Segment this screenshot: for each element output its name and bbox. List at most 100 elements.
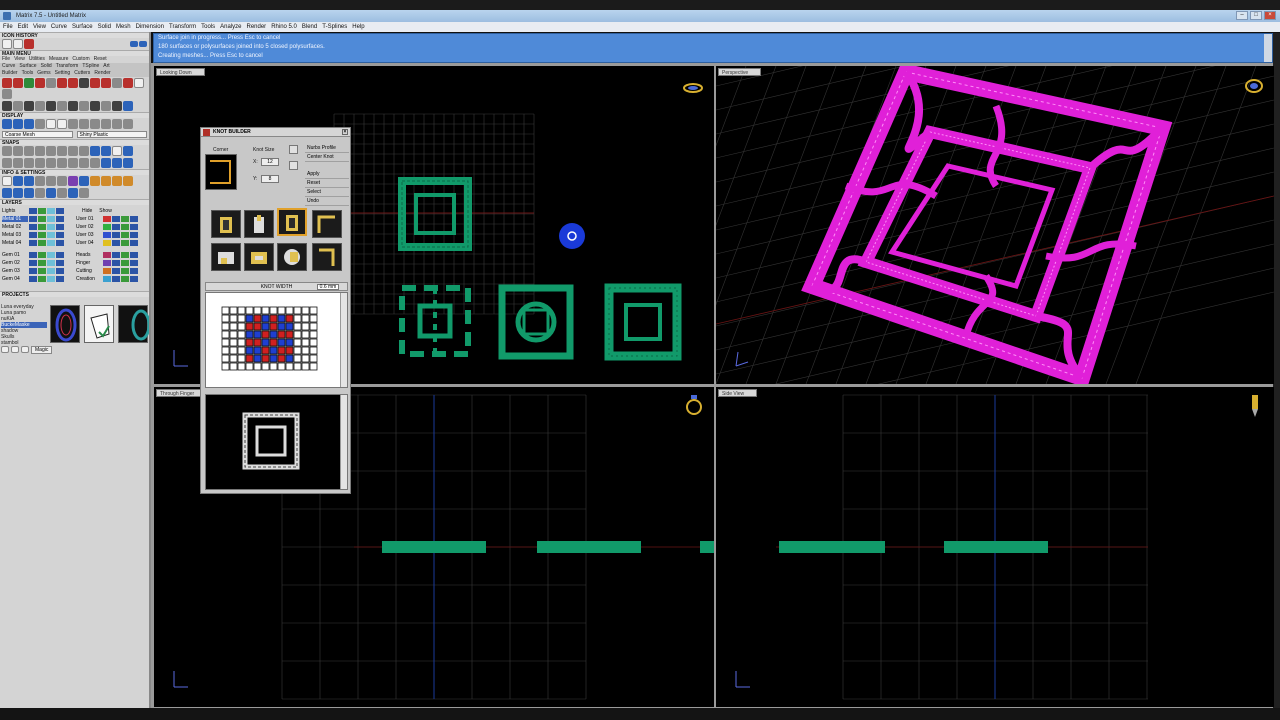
- back-arrow-icon[interactable]: [130, 41, 138, 47]
- command-scrollbar[interactable]: [1264, 34, 1272, 62]
- layer-toggle-icon[interactable]: [56, 267, 64, 274]
- info-icon[interactable]: [35, 176, 45, 186]
- info-icon[interactable]: [79, 188, 89, 198]
- knot-style-tile-2[interactable]: [244, 210, 274, 238]
- info-icon[interactable]: [79, 176, 89, 186]
- layer-toggle-icon[interactable]: [47, 275, 55, 282]
- material-toggle-icon[interactable]: [130, 259, 138, 266]
- menu-item-rhino-5-0[interactable]: Rhino 5.0: [271, 22, 297, 32]
- layer-toggle-icon[interactable]: [38, 207, 46, 214]
- tool-icon[interactable]: [46, 101, 56, 111]
- layer-toggle-icon[interactable]: [47, 267, 55, 274]
- main-menu-item-transform[interactable]: Transform: [56, 63, 79, 70]
- display-icon[interactable]: [46, 119, 56, 129]
- display-icon[interactable]: [24, 119, 34, 129]
- viewport-perspective-label[interactable]: Perspective: [718, 68, 762, 76]
- layer-row[interactable]: Gem 04: [2, 275, 74, 282]
- main-menu-item-setting[interactable]: Setting: [55, 70, 71, 77]
- tool-icon[interactable]: [24, 101, 34, 111]
- project-thumb-3[interactable]: [118, 305, 149, 343]
- material-toggle-icon[interactable]: [121, 267, 129, 274]
- remove-project-icon[interactable]: [11, 346, 19, 353]
- info-icon[interactable]: [57, 188, 67, 198]
- knot-profile-side-1[interactable]: [779, 541, 885, 553]
- snap-icon[interactable]: [101, 146, 111, 156]
- tool-icon[interactable]: [46, 78, 56, 88]
- snap-icon[interactable]: [46, 158, 56, 168]
- material-toggle-icon[interactable]: [112, 267, 120, 274]
- info-icon[interactable]: [123, 176, 133, 186]
- display-icon[interactable]: [2, 119, 12, 129]
- main-menu-item-cutters[interactable]: Cutters: [74, 70, 90, 77]
- layer-toggle-icon[interactable]: [29, 223, 37, 230]
- knot-style-tile-6[interactable]: [244, 243, 274, 271]
- menu-item-curve[interactable]: Curve: [51, 22, 67, 32]
- knot-style-tile-4[interactable]: [312, 210, 342, 238]
- layer-toggle-icon[interactable]: [56, 259, 64, 266]
- info-icon[interactable]: [101, 176, 111, 186]
- history-icon-1[interactable]: [2, 39, 12, 49]
- knot-width-input[interactable]: 0.6 mm: [317, 284, 339, 290]
- tool-icon[interactable]: [112, 101, 122, 111]
- material-row[interactable]: Heads: [76, 251, 148, 258]
- snap-icon[interactable]: [13, 146, 23, 156]
- tool-icon[interactable]: [24, 78, 34, 88]
- main-menu-item-solid[interactable]: Solid: [41, 63, 52, 70]
- material-toggle-icon[interactable]: [130, 239, 138, 246]
- menu-item-surface[interactable]: Surface: [72, 22, 93, 32]
- material-row[interactable]: Finger: [76, 259, 148, 266]
- snap-icon[interactable]: [101, 158, 111, 168]
- material-toggle-icon[interactable]: [121, 223, 129, 230]
- knot-result-preview[interactable]: [205, 394, 348, 490]
- layer-toggle-icon[interactable]: [29, 251, 37, 258]
- display-icon[interactable]: [13, 119, 23, 129]
- display-icon[interactable]: [35, 119, 45, 129]
- snap-icon[interactable]: [123, 146, 133, 156]
- material-toggle-icon[interactable]: [121, 259, 129, 266]
- menu-item-analyze[interactable]: Analyze: [220, 22, 241, 32]
- display-icon[interactable]: [68, 119, 78, 129]
- display-icon[interactable]: [90, 119, 100, 129]
- display-icon[interactable]: [123, 119, 133, 129]
- material-row[interactable]: User 02: [76, 223, 148, 230]
- knot-wireframe[interactable]: [801, 66, 1173, 384]
- layer-toggle-icon[interactable]: [38, 223, 46, 230]
- material-toggle-icon[interactable]: [121, 275, 129, 282]
- material-toggle-icon[interactable]: [112, 259, 120, 266]
- layer-toggle-icon[interactable]: [47, 251, 55, 258]
- material-row[interactable]: User 04: [76, 239, 148, 246]
- viewport-side[interactable]: Side View: [716, 387, 1274, 707]
- material-row[interactable]: Cutting: [76, 267, 148, 274]
- viewport-side-label[interactable]: Side View: [718, 389, 758, 397]
- close-button[interactable]: ×: [1264, 11, 1276, 20]
- menu-item-render[interactable]: Render: [247, 22, 267, 32]
- info-icon[interactable]: [112, 176, 122, 186]
- undo-button[interactable]: Undo: [305, 197, 349, 206]
- info-icon[interactable]: [57, 176, 67, 186]
- material-row[interactable]: User 03: [76, 231, 148, 238]
- knot-tile-3[interactable]: [498, 284, 574, 360]
- history-icon-2[interactable]: [13, 39, 23, 49]
- save-icon[interactable]: [289, 161, 298, 170]
- tool-icon[interactable]: [90, 78, 100, 88]
- info-icon[interactable]: [13, 176, 23, 186]
- material-toggle-icon[interactable]: [112, 223, 120, 230]
- menu-item-file[interactable]: File: [3, 22, 13, 32]
- layer-toggle-icon[interactable]: [47, 223, 55, 230]
- info-icon[interactable]: [2, 176, 12, 186]
- main-menu-item-curve[interactable]: Curve: [2, 63, 15, 70]
- layer-row[interactable]: Lights: [2, 207, 74, 214]
- preview-scrollbar[interactable]: [340, 293, 347, 387]
- main-menu-item-builder[interactable]: Builder: [2, 70, 18, 77]
- layer-toggle-icon[interactable]: [29, 259, 37, 266]
- layer-toggle-icon[interactable]: [56, 231, 64, 238]
- mesh-select[interactable]: Coarse Mesh: [2, 131, 73, 138]
- material-swatch[interactable]: [103, 267, 111, 274]
- menu-item-help[interactable]: Help: [352, 22, 364, 32]
- knot-profile-3[interactable]: [700, 541, 714, 553]
- material-swatch[interactable]: [103, 215, 111, 222]
- main-menu-sub-item-custom[interactable]: Custom: [72, 56, 89, 63]
- viewport-top-label[interactable]: Looking Down: [156, 68, 205, 76]
- main-menu-sub-item-file[interactable]: File: [2, 56, 10, 63]
- close-icon[interactable]: ×: [342, 129, 348, 135]
